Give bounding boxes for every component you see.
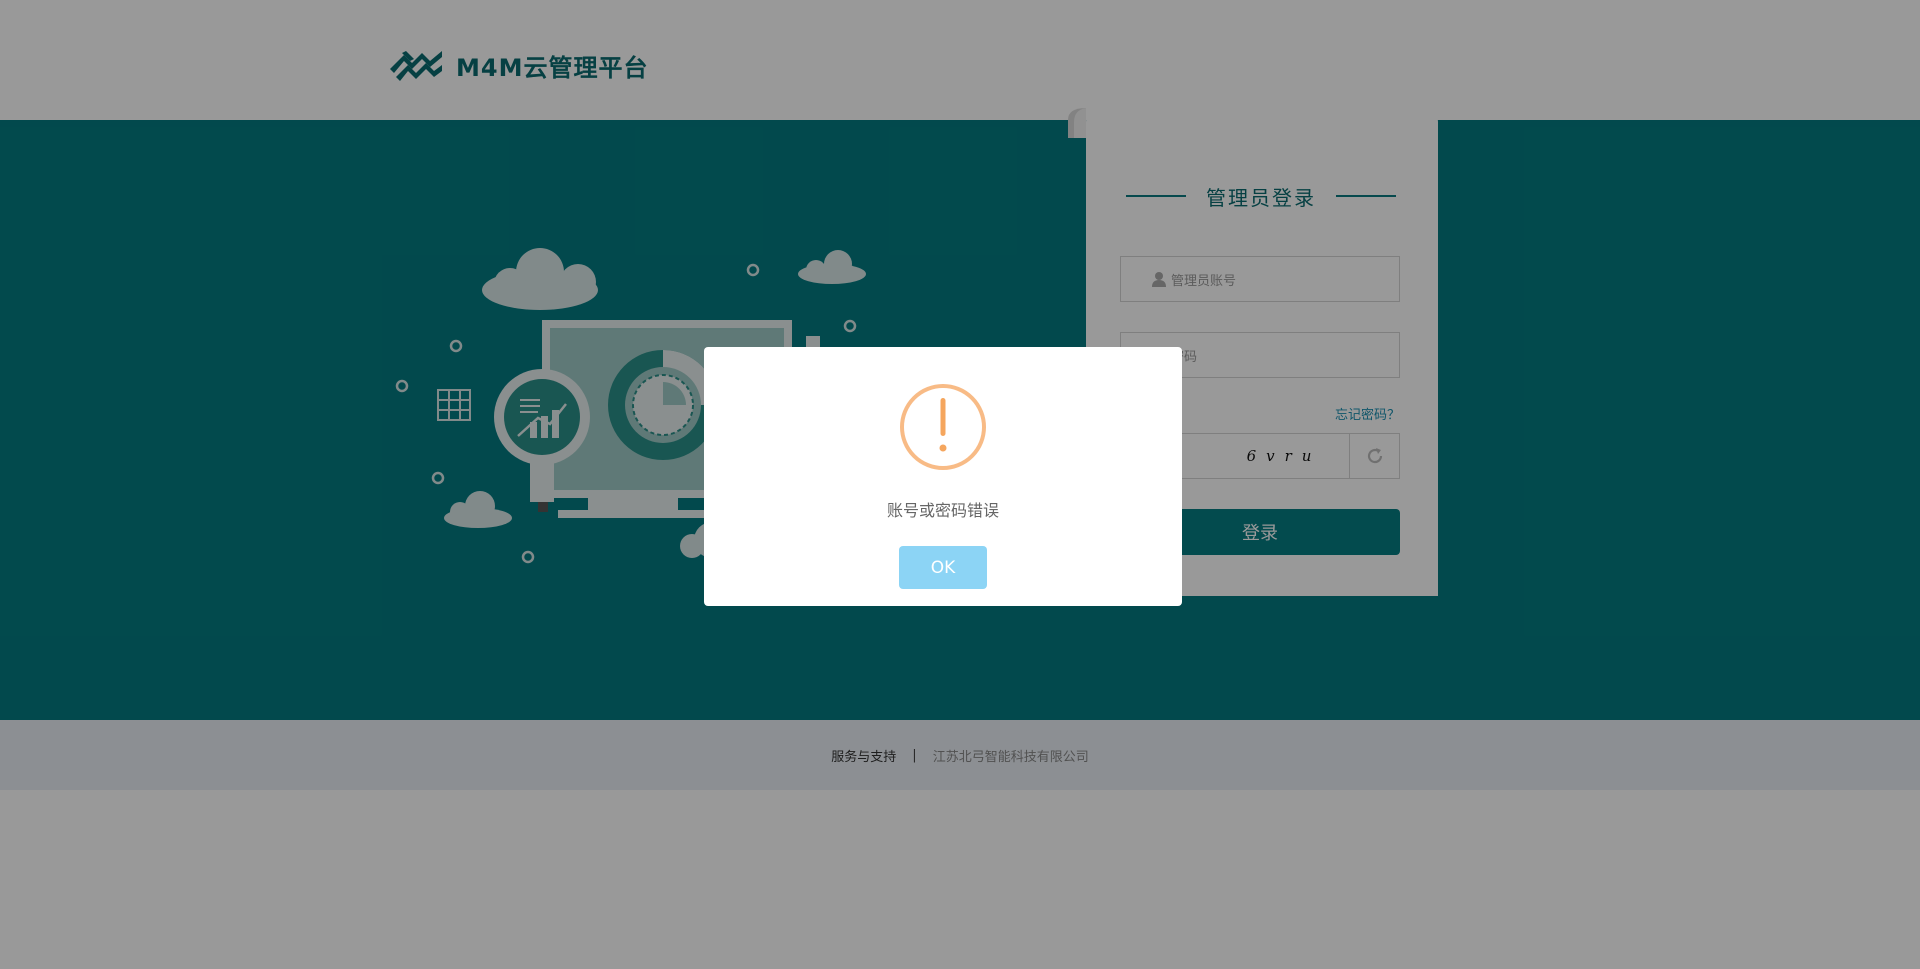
warning-icon <box>900 384 986 470</box>
error-message: 账号或密码错误 <box>886 501 999 520</box>
error-alert-dialog: 账号或密码错误 OK <box>704 347 1182 606</box>
ok-button[interactable]: OK <box>899 546 987 589</box>
